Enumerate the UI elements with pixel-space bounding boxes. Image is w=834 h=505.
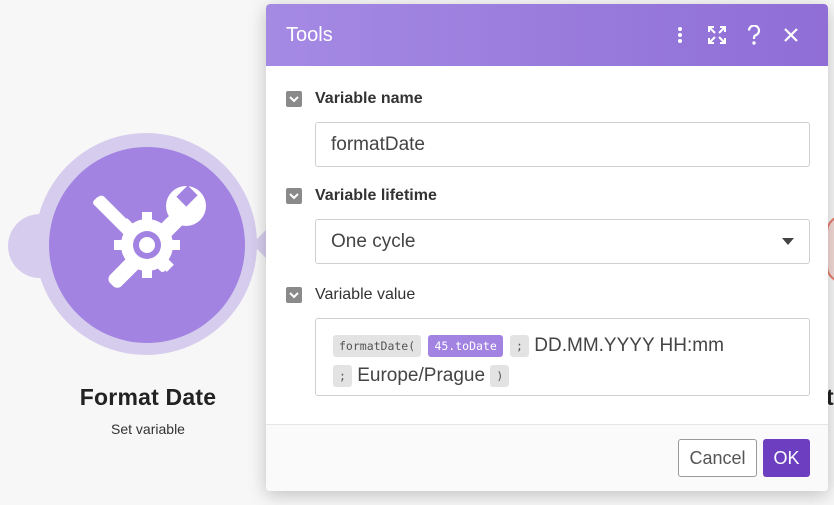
field-variable-lifetime: Variable lifetime One cycle (286, 185, 810, 264)
variable-value-label: Variable value (315, 286, 416, 303)
variable-lifetime-value: One cycle (331, 230, 416, 252)
collapse-checkbox-icon[interactable] (286, 287, 302, 303)
variable-token[interactable]: 45.toDate (428, 335, 503, 357)
separator-token[interactable]: ; (333, 365, 352, 388)
module-subtitle: Set variable (111, 421, 185, 437)
field-variable-name: Variable name formatDate (286, 88, 810, 167)
close-icon[interactable] (774, 18, 808, 52)
chevron-down-icon (782, 238, 794, 245)
field-label-row: Variable lifetime (286, 185, 810, 207)
collapse-checkbox-icon[interactable] (286, 91, 302, 107)
field-label-row: Variable value (286, 284, 810, 306)
variable-lifetime-select[interactable]: One cycle (315, 219, 810, 264)
dialog-header[interactable]: Tools (266, 4, 828, 66)
dialog-title: Tools (286, 23, 333, 46)
function-token[interactable]: formatDate( (333, 335, 422, 357)
dialog-footer: Cancel OK (266, 424, 828, 491)
function-close-token[interactable]: ) (490, 365, 510, 388)
more-vertical-icon[interactable] (663, 18, 697, 52)
field-variable-value: Variable value formatDate( 45.toDate ; D… (286, 284, 810, 396)
timezone-text[interactable]: Europe/Prague (357, 365, 485, 386)
expand-icon[interactable] (700, 18, 734, 52)
variable-name-label: Variable name (315, 90, 423, 107)
variable-value-editor[interactable]: formatDate( 45.toDate ; DD.MM.YYYY HH:mm… (315, 318, 810, 396)
module-format-date[interactable]: Format Date Set variable (0, 0, 300, 505)
ok-button[interactable]: OK (763, 439, 810, 477)
variable-name-input[interactable]: formatDate (315, 122, 810, 167)
separator-token[interactable]: ; (510, 335, 529, 357)
cancel-button[interactable]: Cancel (678, 439, 757, 477)
variable-lifetime-label: Variable lifetime (315, 187, 437, 204)
format-text[interactable]: DD.MM.YYYY HH:mm (534, 335, 724, 356)
dialog-body: Variable name formatDate Variable lifeti… (266, 66, 828, 396)
module-title[interactable]: Format Date (0, 384, 296, 411)
tools-icon (93, 185, 206, 288)
field-label-row: Variable name (286, 88, 810, 110)
tools-dialog: Tools Variable name formatDate Variable … (266, 4, 828, 491)
module-icon-disc[interactable] (49, 147, 245, 343)
help-icon[interactable] (737, 18, 771, 52)
collapse-checkbox-icon[interactable] (286, 188, 302, 204)
